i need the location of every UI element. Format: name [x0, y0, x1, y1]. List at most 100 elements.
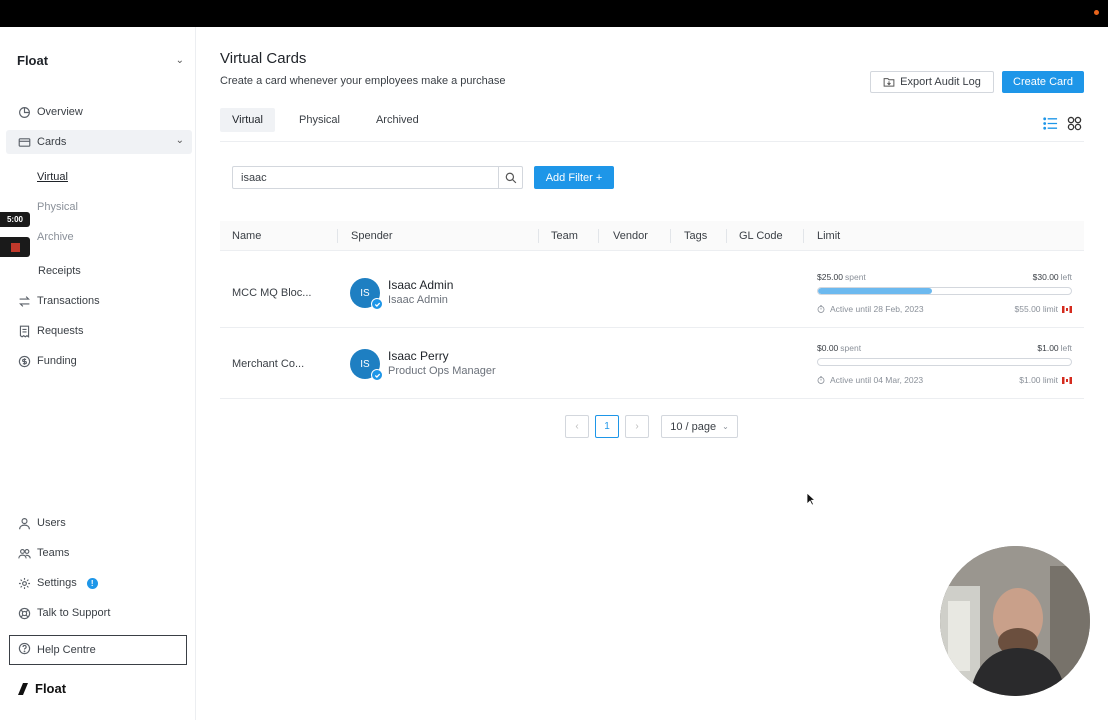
- stop-recording-button[interactable]: [0, 237, 30, 257]
- mouse-cursor-icon: [806, 492, 816, 506]
- grid-view-icon[interactable]: [1066, 115, 1082, 131]
- card-name: Merchant Co...: [232, 358, 305, 370]
- page-subtitle: Create a card whenever your employees ma…: [220, 75, 506, 87]
- page-title: Virtual Cards: [220, 50, 307, 67]
- sidebar-item-users[interactable]: Users: [17, 512, 66, 534]
- tab-archived[interactable]: Archived: [364, 108, 431, 132]
- active-until-text: Active until 28 Feb, 2023: [830, 304, 924, 314]
- sidebar-item-support[interactable]: Talk to Support: [17, 602, 110, 624]
- top-bar: [0, 0, 1108, 27]
- status-dot: [1094, 10, 1099, 15]
- tab-physical[interactable]: Physical: [287, 108, 352, 132]
- sidebar-item-overview[interactable]: Overview: [17, 101, 83, 123]
- chevron-down-icon: ⌄: [175, 135, 184, 146]
- column-divider: [598, 229, 599, 243]
- spent-amount: $0.00: [817, 343, 839, 353]
- help-circle-icon: [18, 642, 31, 658]
- sidebar-item-label: Settings: [37, 577, 77, 589]
- transfer-arrows-icon: [17, 294, 31, 308]
- active-until: Active until 28 Feb, 2023: [817, 304, 924, 314]
- sidebar-item-receipts[interactable]: Receipts: [38, 260, 81, 282]
- sidebar-item-cards-label[interactable]: Cards: [17, 131, 66, 153]
- limit-total: $55.00 limit: [1015, 304, 1072, 314]
- sidebar-item-label: Teams: [37, 547, 70, 559]
- column-header-name[interactable]: Name: [232, 230, 261, 242]
- sidebar-item-teams[interactable]: Teams: [17, 542, 69, 564]
- chevron-down-icon: ⌄: [175, 55, 184, 66]
- gear-icon: [17, 576, 31, 590]
- spender-role: Product Ops Manager: [388, 365, 496, 377]
- sidebar-item-funding[interactable]: Funding: [17, 350, 77, 372]
- column-divider: [670, 229, 671, 243]
- sidebar-item-label: Talk to Support: [37, 607, 111, 619]
- table-row[interactable]: Merchant Co... IS Isaac Perry Product Op…: [220, 329, 1084, 399]
- table-row[interactable]: MCC MQ Bloc... IS Isaac Admin Isaac Admi…: [220, 258, 1084, 328]
- column-divider: [538, 229, 539, 243]
- pagination: ‹ 1 › 10 / page ⌄: [565, 415, 738, 438]
- card-tabs: Virtual Physical Archived: [220, 108, 443, 132]
- create-card-button[interactable]: Create Card: [1002, 71, 1084, 93]
- active-until-text: Active until 04 Mar, 2023: [830, 375, 924, 385]
- org-switcher[interactable]: Float ⌄: [17, 53, 187, 68]
- left-label: left: [1060, 343, 1072, 353]
- column-header-team[interactable]: Team: [551, 230, 578, 242]
- sidebar-item-label: Cards: [37, 136, 67, 148]
- view-toggle: [1034, 115, 1082, 131]
- next-page-button[interactable]: ›: [625, 415, 649, 438]
- folder-download-icon: [883, 78, 895, 87]
- page-size-select[interactable]: 10 / page ⌄: [661, 415, 738, 438]
- sidebar-subitem-physical[interactable]: Physical: [37, 201, 78, 213]
- sidebar-item-label: Transactions: [37, 295, 100, 307]
- limit-left: $1.00 left: [1037, 343, 1072, 353]
- search-box: [232, 166, 523, 189]
- sidebar-item-label: Overview: [37, 106, 83, 118]
- sidebar-item-settings[interactable]: Settings !: [17, 572, 98, 594]
- column-divider: [726, 229, 727, 243]
- presenter-video-icon: [940, 546, 1090, 696]
- org-name: Float: [17, 53, 49, 68]
- limit-spent: $0.00 spent: [817, 343, 861, 353]
- sidebar-item-transactions[interactable]: Transactions: [17, 290, 100, 312]
- verified-check-icon: [371, 298, 383, 310]
- stop-icon: [10, 242, 20, 252]
- search-icon: [505, 172, 516, 183]
- page-size-value: 10 / page: [670, 420, 717, 433]
- search-input[interactable]: [233, 167, 498, 188]
- column-header-spender[interactable]: Spender: [351, 230, 393, 242]
- timer-icon: [817, 305, 825, 313]
- spender-name: Isaac Admin: [388, 278, 454, 292]
- column-header-tags[interactable]: Tags: [684, 230, 707, 242]
- canada-flag-icon: [1062, 376, 1072, 384]
- settings-alert-badge: !: [86, 577, 98, 589]
- spend-progress-bar: [817, 358, 1072, 366]
- help-centre-label: Help Centre: [37, 644, 96, 656]
- webcam-overlay: [940, 546, 1090, 696]
- tab-virtual[interactable]: Virtual: [220, 108, 275, 132]
- sidebar-item-label: Users: [37, 517, 66, 529]
- spent-amount: $25.00: [817, 272, 843, 282]
- add-filter-button[interactable]: Add Filter +: [534, 166, 614, 189]
- sidebar-item-label: Funding: [37, 355, 77, 367]
- column-header-gl-code[interactable]: GL Code: [739, 230, 783, 242]
- logo-text: Float: [35, 681, 67, 696]
- page-1-button[interactable]: 1: [595, 415, 619, 438]
- list-view-icon[interactable]: [1042, 115, 1058, 131]
- recording-timer: 5:00: [0, 212, 30, 227]
- export-audit-log-button[interactable]: Export Audit Log: [870, 71, 994, 93]
- float-logo-icon: [18, 682, 28, 695]
- sidebar-subitem-virtual[interactable]: Virtual: [37, 171, 68, 183]
- sidebar-item-requests[interactable]: Requests: [17, 320, 83, 342]
- sidebar-item-label: Requests: [37, 325, 84, 337]
- left-amount: $1.00: [1037, 343, 1059, 353]
- search-button[interactable]: [498, 167, 522, 188]
- column-header-vendor[interactable]: Vendor: [613, 230, 648, 242]
- export-audit-log-label: Export Audit Log: [900, 76, 981, 88]
- avatar-initials: IS: [360, 287, 370, 299]
- spent-label: spent: [845, 272, 866, 282]
- prev-page-button[interactable]: ‹: [565, 415, 589, 438]
- avatar: IS: [350, 278, 383, 310]
- spent-label: spent: [840, 343, 862, 353]
- column-header-limit[interactable]: Limit: [817, 230, 840, 242]
- help-centre-link[interactable]: Help Centre: [9, 635, 187, 665]
- sidebar-subitem-archive[interactable]: Archive: [37, 231, 74, 243]
